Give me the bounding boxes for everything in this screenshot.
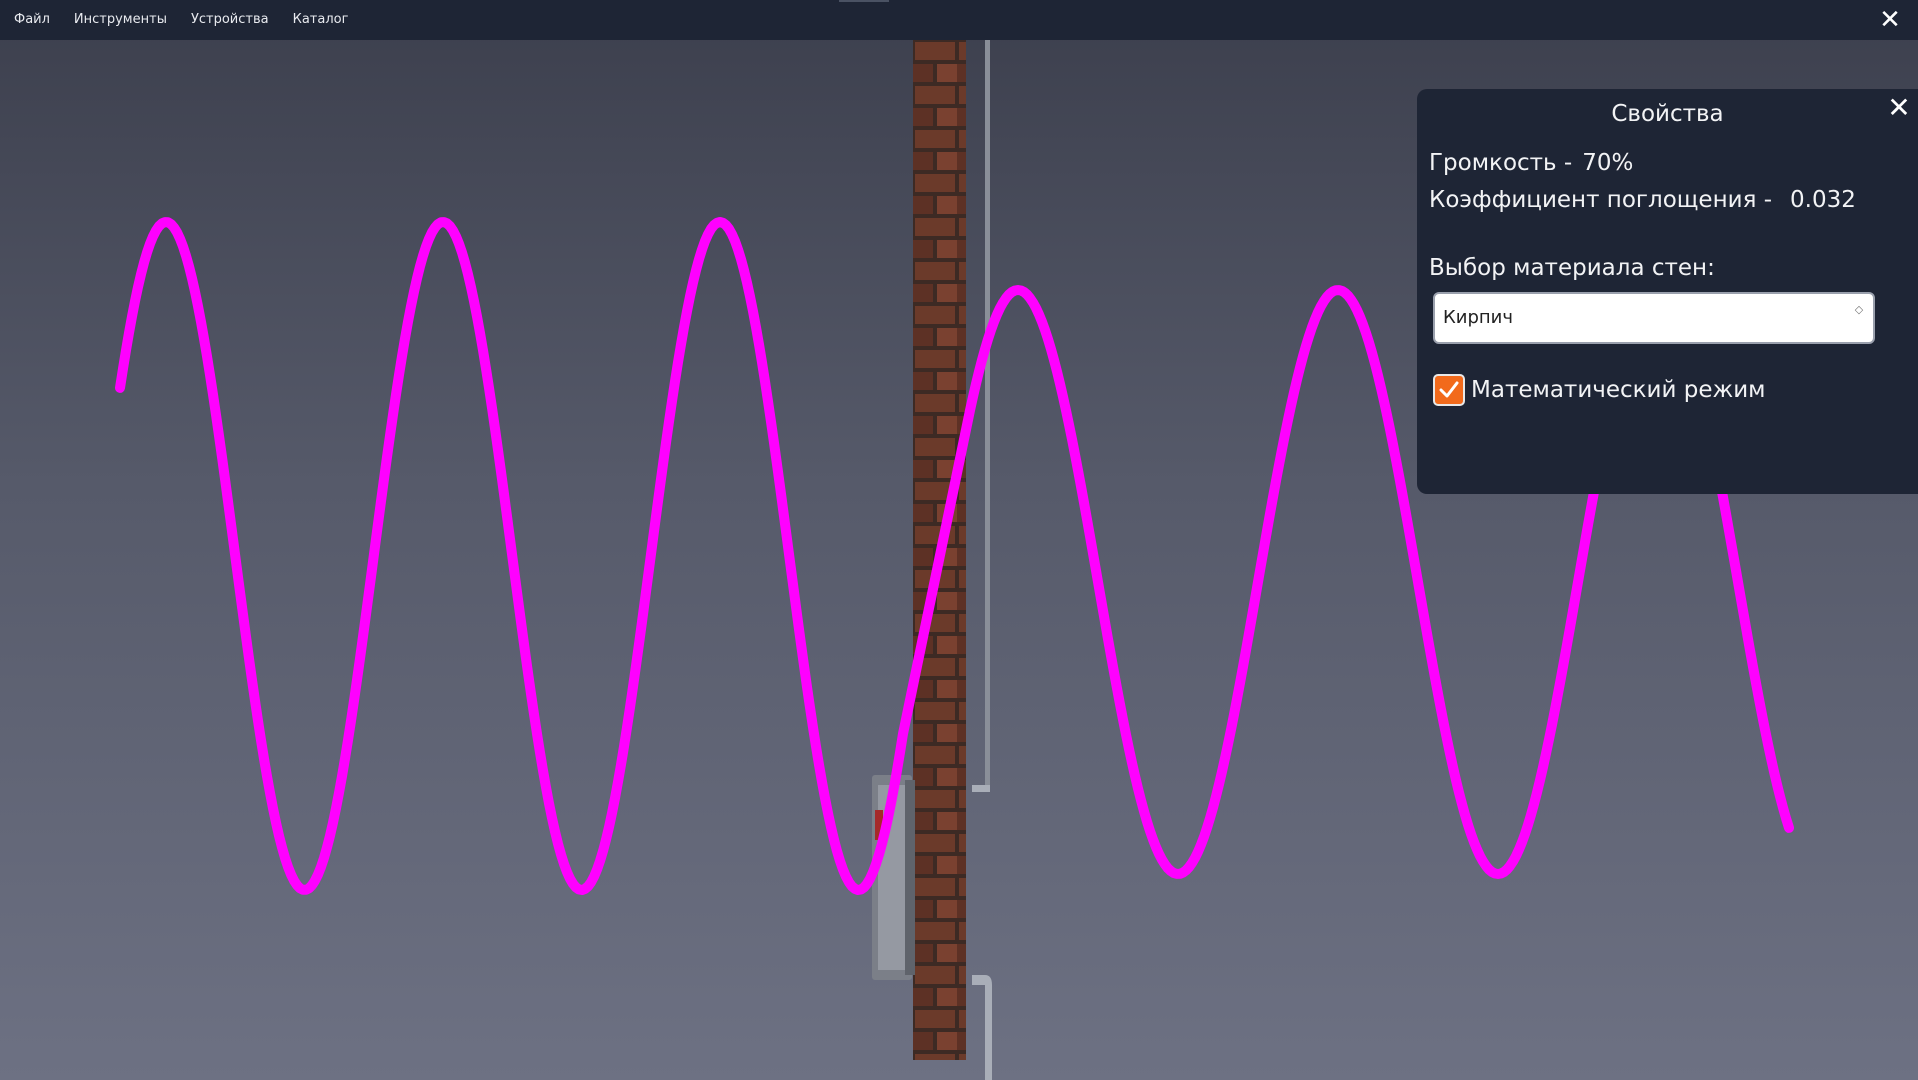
pipe-top bbox=[985, 40, 990, 785]
absorption-value: 0.032 bbox=[1790, 187, 1856, 213]
pipe-elbow-top bbox=[972, 785, 990, 792]
panel-title: Свойства bbox=[1611, 101, 1724, 127]
volume-label: Громкость - bbox=[1429, 150, 1573, 176]
menu-items: Файл Инструменты Устройства Каталог bbox=[2, 0, 360, 40]
volume-value: 70% bbox=[1582, 150, 1634, 176]
menu-catalog[interactable]: Каталог bbox=[281, 0, 361, 40]
close-icon[interactable]: ✕ bbox=[1876, 6, 1904, 34]
volume-row: Громкость - 70% bbox=[1429, 150, 1633, 176]
math-mode-checkbox[interactable] bbox=[1433, 374, 1465, 406]
checkmark-icon bbox=[1439, 381, 1459, 398]
absorption-label: Коэффициент поглощения - bbox=[1429, 187, 1773, 213]
select-arrows-icon: ◇ bbox=[1854, 303, 1864, 316]
menu-file[interactable]: Файл bbox=[2, 0, 62, 40]
absorption-row: Коэффициент поглощения - 0.032 bbox=[1429, 187, 1856, 213]
pipe-elbow-bottom bbox=[972, 975, 992, 1080]
material-select[interactable]: Кирпич ◇ bbox=[1433, 292, 1875, 344]
menu-bar: Файл Инструменты Устройства Каталог ✕ bbox=[0, 0, 1918, 40]
math-mode-row[interactable]: Математический режим bbox=[1433, 373, 1766, 407]
math-mode-label: Математический режим bbox=[1471, 377, 1766, 403]
menu-devices[interactable]: Устройства bbox=[179, 0, 281, 40]
properties-panel: Свойства ✕ Громкость - 70% Коэффициент по… bbox=[1417, 89, 1918, 494]
menu-tools[interactable]: Инструменты bbox=[62, 0, 179, 40]
close-icon[interactable]: ✕ bbox=[1884, 93, 1914, 123]
app-window: Файл Инструменты Устройства Каталог ✕ Св… bbox=[0, 0, 1918, 1080]
top-drag-handle[interactable] bbox=[839, 0, 889, 2]
material-label: Выбор материала стен: bbox=[1429, 255, 1715, 281]
material-select-value: Кирпич bbox=[1443, 307, 1514, 328]
